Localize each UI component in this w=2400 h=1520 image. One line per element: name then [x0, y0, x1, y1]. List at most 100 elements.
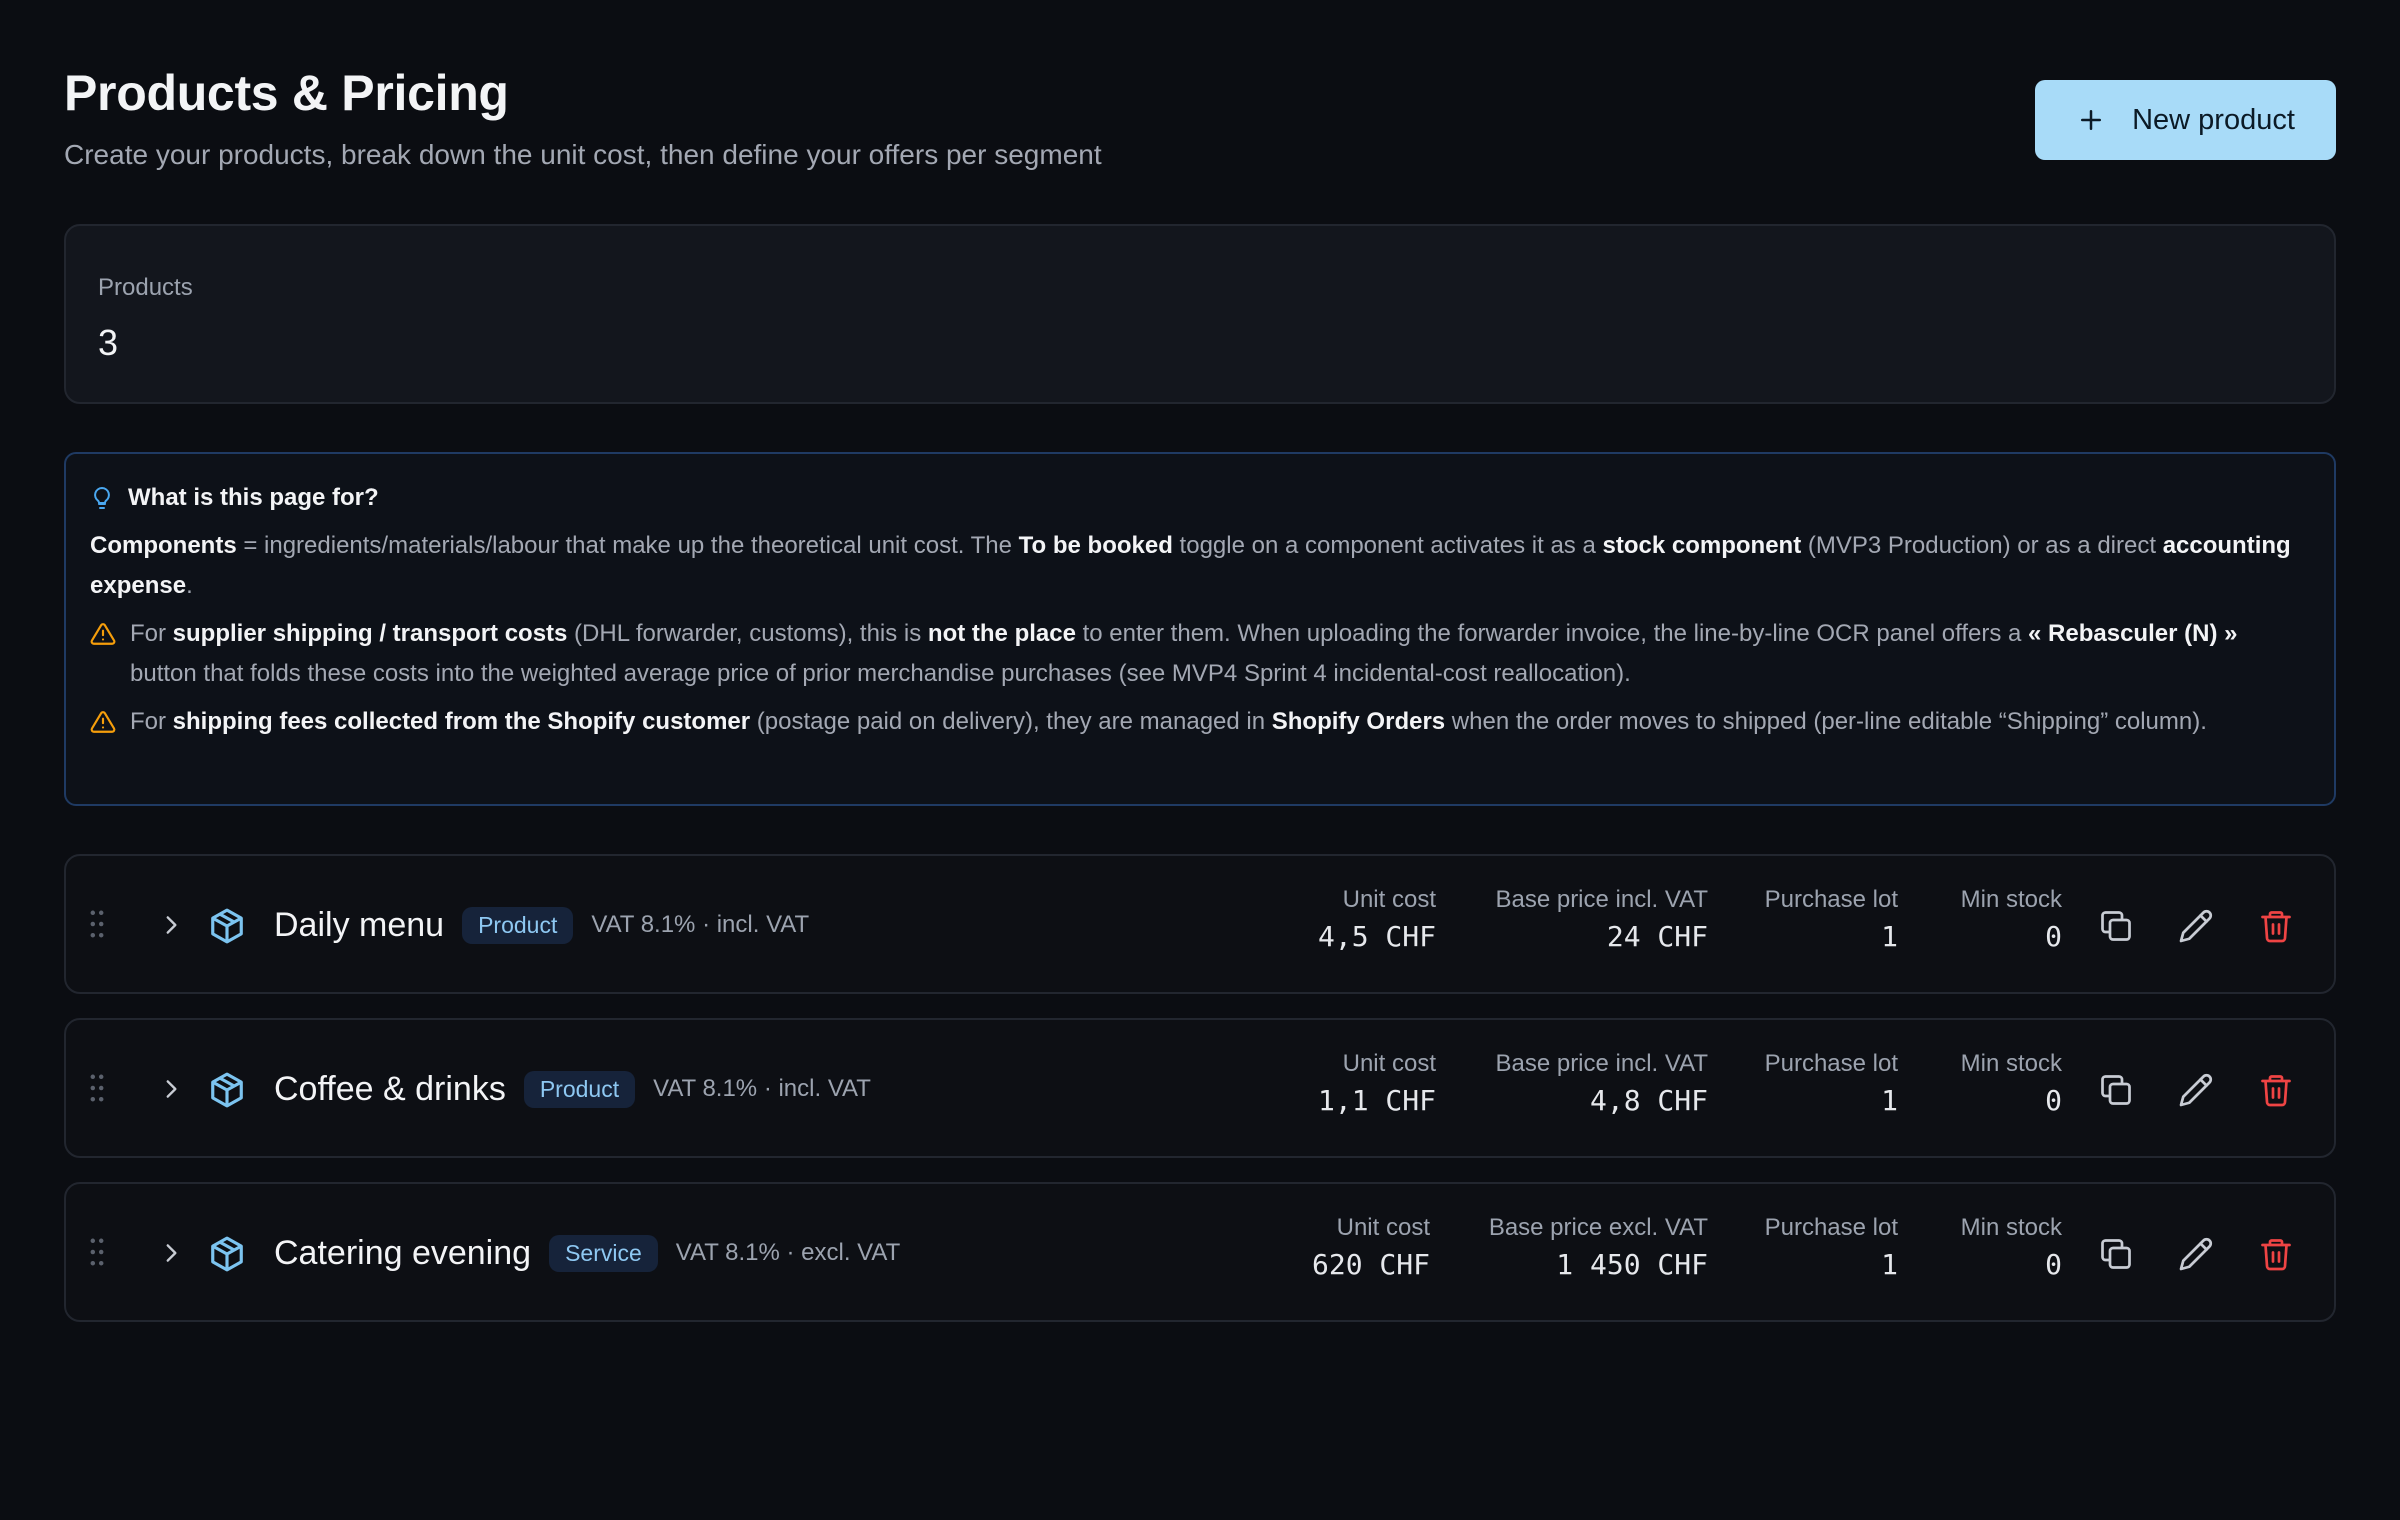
purchase-lot-value: 1: [1881, 920, 1898, 953]
purchase-lot-label: Purchase lot: [1764, 1214, 1898, 1241]
drag-handle-icon[interactable]: [90, 1074, 104, 1102]
min-stock-label: Min stock: [1960, 1214, 2062, 1241]
unit-cost-column: Unit cost 620 CHF: [1312, 1214, 1430, 1281]
unit-cost-label: Unit cost: [1336, 1214, 1430, 1241]
product-type-badge: Product: [523, 1070, 636, 1108]
help-bold-text: stock component: [1602, 532, 1802, 559]
product-name: Daily menu: [274, 905, 445, 944]
product-name: Catering evening: [274, 1233, 532, 1272]
help-text: .: [186, 572, 193, 599]
min-stock-value: 0: [2045, 920, 2062, 953]
package-icon: [211, 1236, 243, 1272]
min-stock-label: Min stock: [1960, 1050, 2062, 1077]
package-icon: [211, 908, 243, 944]
page-title: Products & Pricing: [64, 65, 509, 121]
product-name: Coffee & drinks: [274, 1069, 506, 1108]
min-stock-value: 0: [2045, 1248, 2062, 1281]
min-stock-value: 0: [2045, 1084, 2062, 1117]
page-subtitle: Create your products, break down the uni…: [64, 139, 1102, 170]
base-price-column: Base price incl. VAT 4,8 CHF: [1495, 1050, 1708, 1117]
product-vat: VAT 8.1% · incl. VAT: [591, 911, 810, 938]
base-price-label: Base price incl. VAT: [1495, 1050, 1708, 1077]
help-text: For: [130, 620, 173, 647]
product-type-badge: Product: [462, 906, 574, 944]
new-product-button[interactable]: New product: [2035, 80, 2336, 160]
product-row[interactable]: Daily menu Product VAT 8.1% · incl. VAT …: [64, 854, 2336, 994]
lightbulb-icon: [94, 487, 110, 509]
product-title-group: Catering evening Service VAT 8.1% · excl…: [274, 1228, 900, 1278]
unit-cost-label: Unit cost: [1342, 886, 1436, 913]
pencil-icon[interactable]: [2178, 1236, 2214, 1272]
help-warning-shopify-shipping: For shipping fees collected from the Sho…: [90, 702, 2310, 742]
trash-icon[interactable]: [2258, 908, 2294, 944]
unit-cost-column: Unit cost 1,1 CHF: [1318, 1050, 1436, 1117]
chevron-right-icon[interactable]: [158, 1076, 184, 1102]
min-stock-column: Min stock 0: [1961, 886, 2062, 953]
help-text: when the order moves to shipped (per-lin…: [1445, 708, 2207, 735]
stat-value: 3: [98, 322, 119, 363]
purchase-lot-label: Purchase lot: [1764, 1050, 1898, 1077]
base-price-label: Base price incl. VAT: [1495, 886, 1708, 913]
chevron-right-icon[interactable]: [158, 1240, 184, 1266]
product-row[interactable]: Catering evening Service VAT 8.1% · excl…: [64, 1182, 2336, 1322]
help-header: What is this page for?: [90, 474, 2310, 522]
copy-icon[interactable]: [2098, 1072, 2134, 1108]
min-stock-column: Min stock 0: [1961, 1214, 2062, 1281]
help-title: What is this page for?: [128, 484, 379, 511]
base-price-value: 1 450 CHF: [1556, 1248, 1708, 1281]
base-price-value: 24 CHF: [1606, 920, 1708, 953]
trash-icon[interactable]: [2258, 1072, 2294, 1108]
purchase-lot-value: 1: [1881, 1248, 1898, 1281]
unit-cost-label: Unit cost: [1342, 1050, 1436, 1077]
help-text: to enter them. When uploading the forwar…: [1075, 620, 2029, 647]
product-vat: VAT 8.1% · excl. VAT: [675, 1239, 901, 1266]
unit-cost-value: 1,1 CHF: [1317, 1084, 1436, 1117]
base-price-value: 4,8 CHF: [1589, 1084, 1708, 1117]
help-text: (DHL forwarder, customs), this is: [567, 620, 928, 647]
help-panel: What is this page for? Components = ingr…: [64, 452, 2336, 806]
purchase-lot-value: 1: [1881, 1084, 1898, 1117]
unit-cost-column: Unit cost 4,5 CHF: [1318, 886, 1436, 953]
chevron-right-icon[interactable]: [158, 912, 184, 938]
help-bold-text: not the place: [927, 620, 1076, 647]
help-warning-text: For shipping fees collected from the Sho…: [130, 702, 2207, 742]
help-bold-text: Shopify Orders: [1271, 708, 1446, 735]
base-price-column: Base price incl. VAT 24 CHF: [1495, 886, 1708, 953]
product-title-group: Coffee & drinks Product VAT 8.1% · incl.…: [274, 1064, 871, 1114]
help-bold-text: shipping fees collected from the Shopify…: [172, 708, 751, 735]
purchase-lot-column: Purchase lot 1: [1765, 1214, 1898, 1281]
help-text: (postage paid on delivery), they are man…: [750, 708, 1272, 735]
help-text: = ingredients/materials/labour that make…: [236, 532, 1019, 559]
trash-icon[interactable]: [2258, 1236, 2294, 1272]
product-type-badge: Service: [549, 1234, 658, 1272]
copy-icon[interactable]: [2098, 908, 2134, 944]
product-vat: VAT 8.1% · incl. VAT: [653, 1075, 871, 1102]
drag-handle-icon[interactable]: [90, 910, 104, 938]
help-warning-supplier-shipping: For supplier shipping / transport costs …: [90, 614, 2310, 694]
pencil-icon[interactable]: [2178, 1072, 2214, 1108]
unit-cost-value: 620 CHF: [1311, 1248, 1430, 1281]
products-page: Products & Pricing Create your products,…: [0, 0, 2400, 1520]
warning-triangle-icon: [90, 623, 116, 645]
page-header: Products & Pricing Create your products,…: [64, 0, 2336, 225]
min-stock-column: Min stock 0: [1961, 1050, 2062, 1117]
package-icon: [211, 1072, 243, 1108]
help-text: (MVP3 Production) or as a direct: [1801, 532, 2163, 559]
product-title-group: Daily menu Product VAT 8.1% · incl. VAT: [274, 900, 809, 950]
help-paragraph-components: Components = ingredients/materials/labou…: [90, 526, 2310, 606]
product-row[interactable]: Coffee & drinks Product VAT 8.1% · incl.…: [64, 1018, 2336, 1158]
pencil-icon[interactable]: [2178, 908, 2214, 944]
stat-label: Products: [98, 274, 193, 301]
purchase-lot-column: Purchase lot 1: [1765, 886, 1898, 953]
drag-handle-icon[interactable]: [90, 1238, 104, 1266]
base-price-label: Base price excl. VAT: [1488, 1214, 1708, 1241]
base-price-column: Base price excl. VAT 1 450 CHF: [1489, 1214, 1708, 1281]
new-product-label: New product: [2132, 103, 2295, 136]
help-bold-text: supplier shipping / transport costs: [172, 620, 568, 647]
help-warning-text: For supplier shipping / transport costs …: [130, 614, 2310, 694]
help-text: button that folds these costs into the w…: [130, 660, 1631, 687]
min-stock-label: Min stock: [1960, 886, 2062, 913]
help-bold-text: To be booked: [1018, 532, 1173, 559]
copy-icon[interactable]: [2098, 1236, 2134, 1272]
plus-icon: [2081, 110, 2102, 130]
